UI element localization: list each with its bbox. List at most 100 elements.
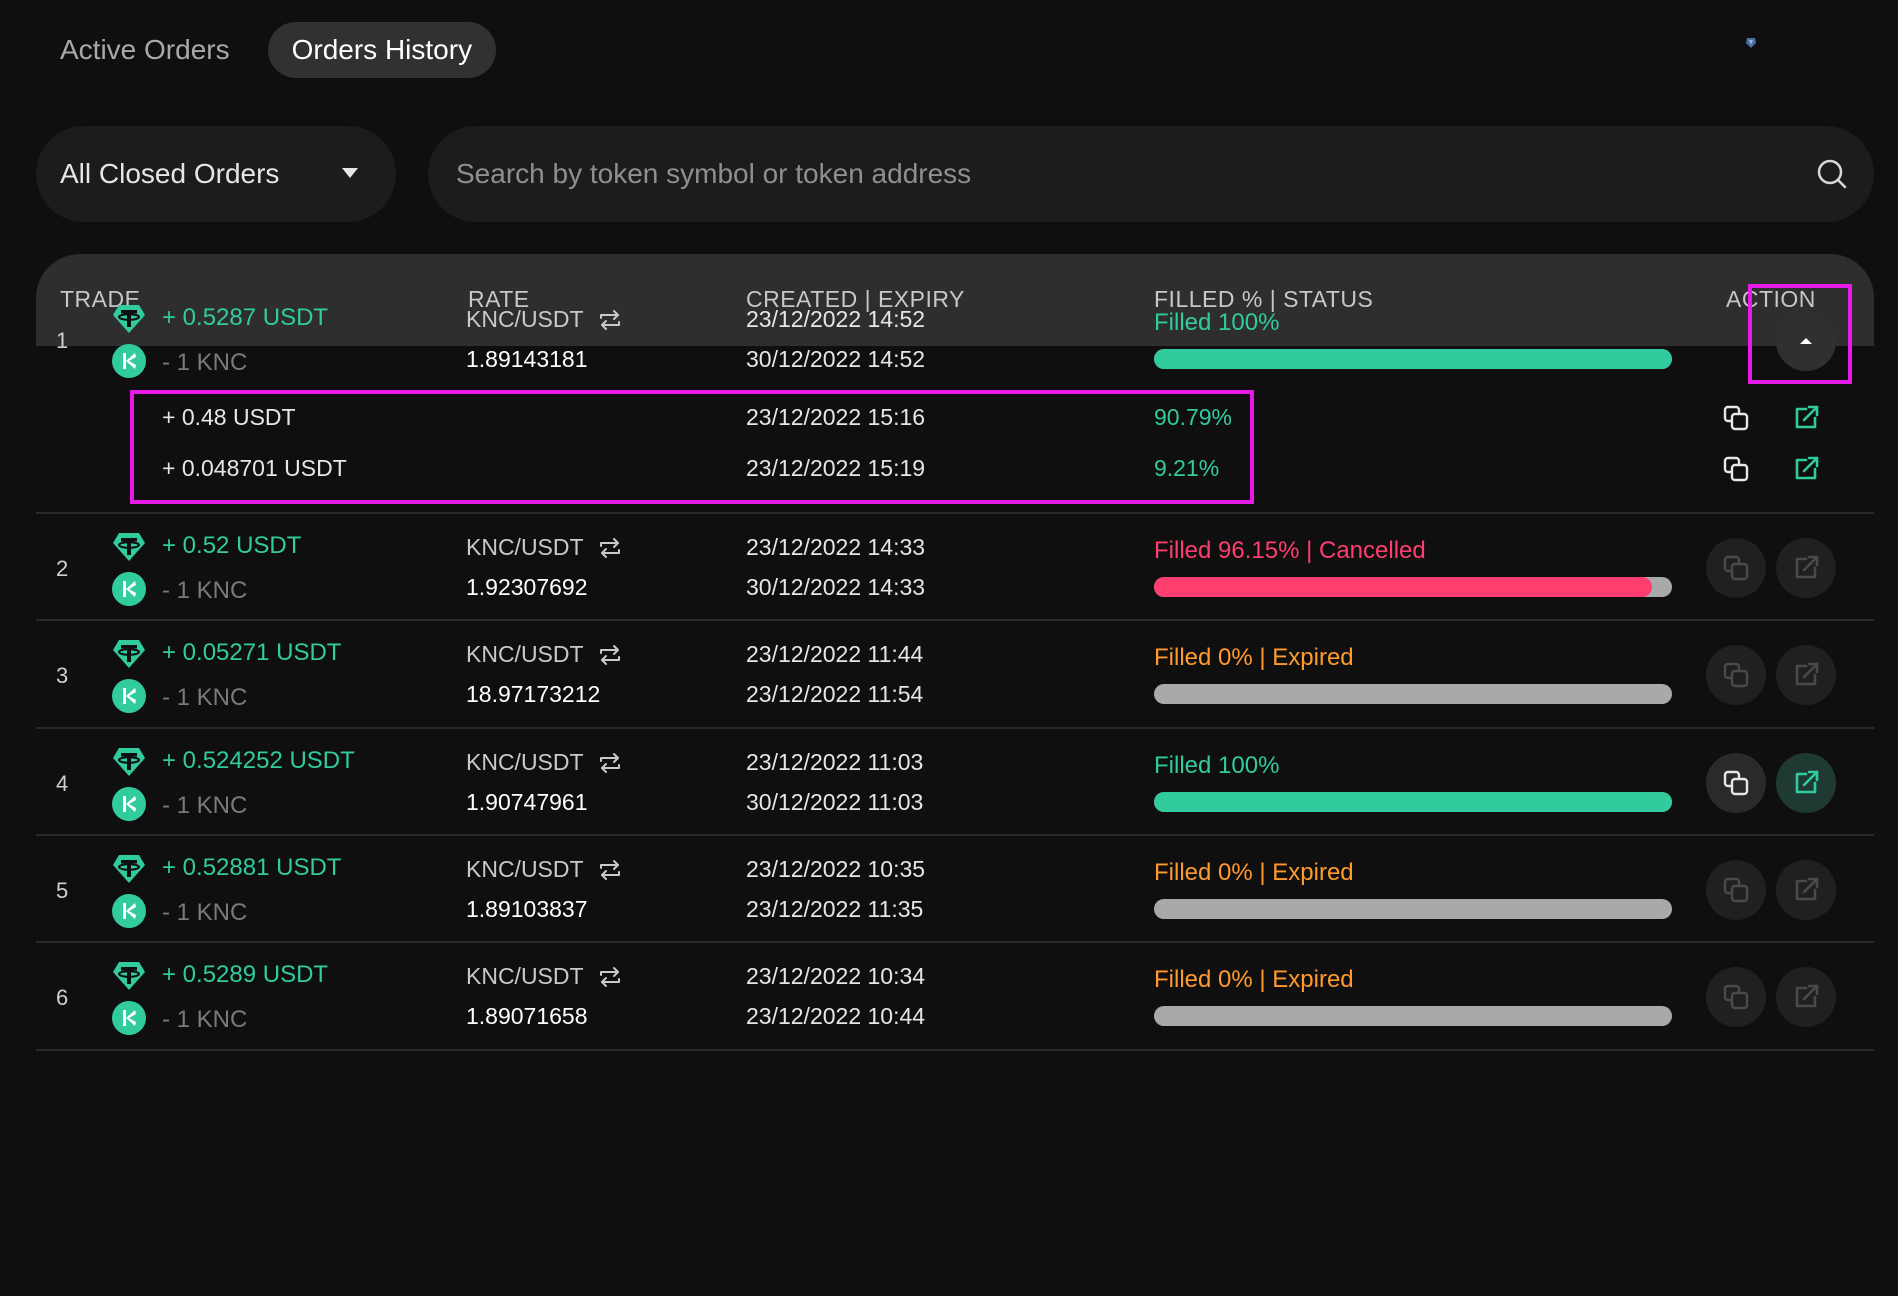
status-text: Filled 100% — [1154, 752, 1280, 779]
order-filter-label: All Closed Orders — [60, 158, 280, 189]
order-index: 2 — [56, 556, 69, 581]
rate-value: 1.89103837 — [466, 896, 588, 922]
order-index: 6 — [56, 985, 69, 1010]
created-date: 23/12/2022 14:52 — [746, 306, 926, 332]
swap-icon[interactable] — [598, 309, 622, 331]
pair-label: KNC/USDT — [466, 856, 584, 882]
order-tabs: Active Orders Orders History — [36, 22, 497, 78]
swap-icon[interactable] — [598, 966, 622, 988]
status-text: Filled 100% — [1154, 309, 1280, 336]
swap-icon[interactable] — [598, 644, 622, 666]
fill-progress-bar — [1154, 349, 1672, 369]
caret-down-icon — [342, 168, 358, 178]
rate-value: 18.97173212 — [466, 681, 601, 707]
copy-button[interactable] — [1706, 967, 1766, 1027]
pair-label: KNC/USDT — [466, 534, 584, 560]
knc-token-icon — [112, 344, 146, 378]
rate-value: 1.90747961 — [466, 789, 588, 815]
usdt-token-icon — [113, 962, 145, 990]
rate-pair: KNC/USDT — [466, 641, 622, 668]
external-link-icon — [1795, 877, 1819, 901]
copy-icon — [1723, 770, 1749, 796]
fill-progress-bar — [1154, 792, 1672, 812]
swap-icon[interactable] — [598, 859, 622, 881]
search-input[interactable] — [456, 126, 1756, 222]
external-link-icon — [1795, 405, 1819, 429]
copy-button[interactable] — [1706, 538, 1766, 598]
order-row-3: 3 + 0.05271 USDT - 1 KNC KNC/USDT 18.971… — [36, 621, 1874, 729]
fill-progress-bar — [1154, 577, 1672, 597]
order-row-6: 6 + 0.5289 USDT - 1 KNC KNC/USDT 1.89071… — [36, 943, 1874, 1051]
external-link-icon — [1795, 456, 1819, 480]
pair-label: KNC/USDT — [466, 306, 584, 332]
order-row-2: 2 + 0.52 USDT - 1 KNC KNC/USDT 1.9230769… — [36, 514, 1874, 621]
pay-amount: - 1 KNC — [162, 577, 248, 604]
collapse-highlight — [1748, 284, 1852, 384]
order-filter-select[interactable]: All Closed Orders — [36, 126, 396, 222]
usdt-token-icon — [113, 640, 145, 668]
expiry-date: 30/12/2022 14:52 — [746, 346, 926, 372]
external-link-icon — [1795, 770, 1819, 794]
pay-amount: - 1 KNC — [162, 899, 248, 926]
pay-amount: - 1 KNC — [162, 349, 248, 376]
copy-button[interactable] — [1706, 753, 1766, 813]
rate-pair: KNC/USDT — [466, 534, 622, 561]
external-link-icon — [1795, 984, 1819, 1008]
created-date: 23/12/2022 10:35 — [746, 856, 926, 882]
rate-value: 1.89143181 — [466, 346, 588, 372]
receive-amount: + 0.524252 USDT — [162, 747, 355, 774]
receive-amount: + 0.52 USDT — [162, 532, 302, 559]
copy-icon — [1723, 456, 1749, 482]
status-text: Filled 0% | Expired — [1154, 644, 1354, 671]
open-link-button[interactable] — [1776, 645, 1836, 705]
order-index: 1 — [56, 328, 69, 353]
expiry-date: 30/12/2022 14:33 — [746, 574, 926, 600]
expiry-date: 23/12/2022 11:35 — [746, 896, 924, 922]
open-link-button[interactable] — [1776, 439, 1836, 499]
copy-icon — [1723, 405, 1749, 431]
copy-button[interactable] — [1706, 860, 1766, 920]
fill-progress-value — [1154, 792, 1672, 812]
open-link-button[interactable] — [1776, 753, 1836, 813]
pay-amount: - 1 KNC — [162, 1006, 248, 1033]
created-date: 23/12/2022 11:44 — [746, 641, 924, 667]
small-logo-icon — [1746, 38, 1756, 48]
usdt-token-icon — [113, 855, 145, 883]
order-index: 4 — [56, 771, 69, 796]
pair-label: KNC/USDT — [466, 641, 584, 667]
pair-label: KNC/USDT — [466, 963, 584, 989]
status-text: Filled 96.15% | Cancelled — [1154, 537, 1426, 564]
status-text: Filled 0% | Expired — [1154, 966, 1354, 993]
rate-pair: KNC/USDT — [466, 749, 622, 776]
knc-token-icon — [112, 787, 146, 821]
copy-button[interactable] — [1706, 439, 1766, 499]
order-index: 5 — [56, 878, 69, 903]
knc-token-icon — [112, 572, 146, 606]
status-text: Filled 0% | Expired — [1154, 859, 1354, 886]
receive-amount: + 0.05271 USDT — [162, 639, 342, 666]
swap-icon[interactable] — [598, 752, 622, 774]
order-row-4: 4 + 0.524252 USDT - 1 KNC KNC/USDT 1.907… — [36, 729, 1874, 836]
fill-progress-value — [1154, 577, 1653, 597]
tab-active-orders[interactable]: Active Orders — [36, 22, 254, 78]
swap-icon[interactable] — [598, 537, 622, 559]
pay-amount: - 1 KNC — [162, 684, 248, 711]
search-icon[interactable] — [1816, 158, 1848, 190]
rate-pair: KNC/USDT — [466, 306, 622, 333]
fills-highlight — [130, 390, 1254, 504]
open-link-button[interactable] — [1776, 860, 1836, 920]
created-date: 23/12/2022 14:33 — [746, 534, 926, 560]
rate-value: 1.89071658 — [466, 1003, 588, 1029]
fill-progress-bar — [1154, 684, 1672, 704]
copy-icon — [1723, 662, 1749, 688]
copy-icon — [1723, 877, 1749, 903]
open-link-button[interactable] — [1776, 967, 1836, 1027]
tab-orders-history[interactable]: Orders History — [267, 22, 497, 78]
copy-button[interactable] — [1706, 645, 1766, 705]
knc-token-icon — [112, 894, 146, 928]
created-date: 23/12/2022 10:34 — [746, 963, 926, 989]
fill-progress-bar — [1154, 899, 1672, 919]
open-link-button[interactable] — [1776, 538, 1836, 598]
created-date: 23/12/2022 11:03 — [746, 749, 924, 775]
fill-progress-value — [1154, 349, 1672, 369]
